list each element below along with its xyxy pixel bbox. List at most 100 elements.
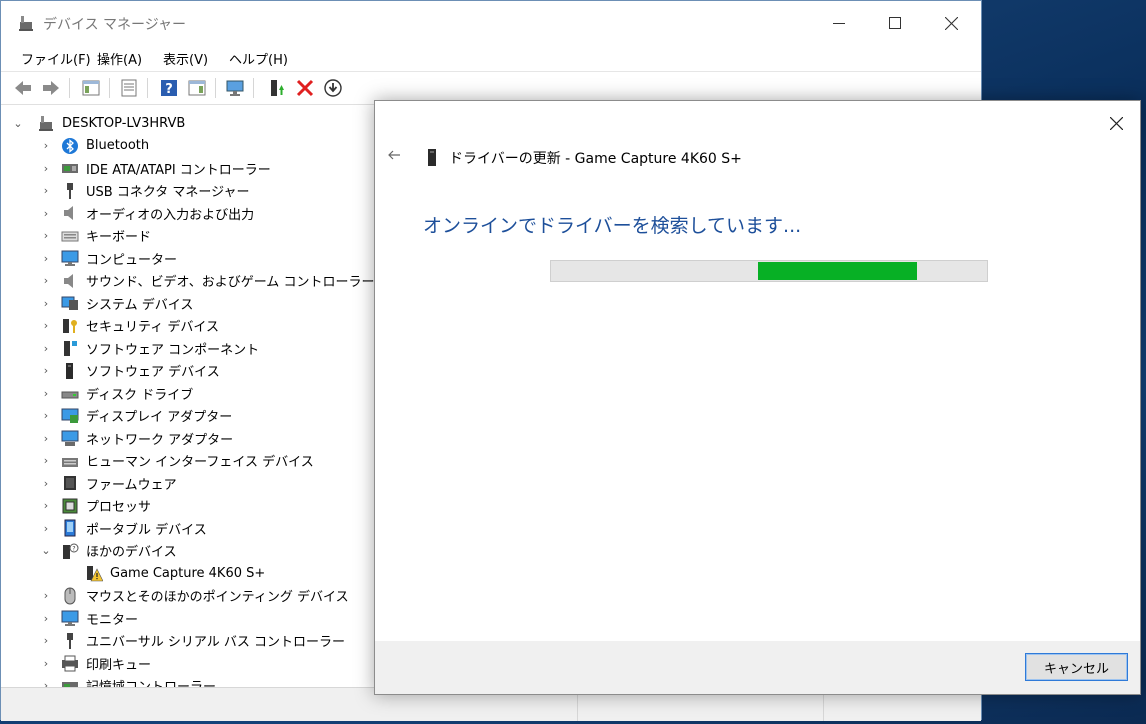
dialog-close-button[interactable] [1102, 109, 1130, 137]
close-button[interactable] [923, 1, 979, 45]
tree-item-label: ほかのデバイス [86, 545, 177, 560]
tree-item-label: USB コネクタ マネージャー [86, 185, 250, 200]
chevron-right-icon[interactable]: › [41, 472, 51, 494]
chevron-right-icon[interactable]: › [41, 225, 51, 247]
chevron-right-icon[interactable]: › [41, 450, 51, 472]
tree-item-label: ソフトウェア コンポーネント [86, 342, 260, 358]
hid-icon [62, 457, 78, 467]
menu-help[interactable]: ヘルプ(H) [229, 49, 288, 68]
back-arrow-icon[interactable] [13, 78, 33, 98]
cancel-button[interactable]: キャンセル [1025, 653, 1128, 681]
tree-item-label: モニター [86, 612, 139, 628]
chevron-right-icon[interactable]: › [41, 292, 51, 314]
computer-icon [61, 250, 79, 266]
tree-item-label: プロセッサ [86, 500, 152, 515]
back-button[interactable] [387, 149, 401, 165]
chevron-right-icon[interactable]: › [41, 202, 51, 224]
tree-item-label: ディスク ドライブ [86, 387, 194, 403]
tree-item-label: ヒューマン インターフェイス デバイス [86, 455, 314, 470]
tree-root-label: DESKTOP-LV3HRVB [62, 115, 186, 131]
chevron-right-icon[interactable]: › [41, 135, 51, 157]
tree-category-item[interactable]: › ディスク ドライブ [9, 382, 193, 404]
tree-category-item[interactable]: › キーボード [9, 225, 151, 247]
update-driver-icon[interactable] [267, 78, 287, 98]
tree-category-item[interactable]: › マウスとそのほかのポインティング デバイス [9, 585, 349, 607]
uninstall-device-icon[interactable] [295, 78, 315, 98]
tree-category-item[interactable]: › モニター [9, 607, 138, 629]
tree-category-item[interactable]: › IDE ATA/ATAPI コントローラー [9, 157, 271, 179]
monitor-icon [61, 610, 79, 626]
chevron-right-icon[interactable]: › [41, 247, 51, 269]
chevron-down-icon[interactable]: ⌄ [13, 112, 23, 134]
tree-root[interactable]: ⌄ DESKTOP-LV3HRVB [9, 112, 185, 134]
disk-drive-icon [61, 391, 79, 399]
forward-arrow-icon[interactable] [41, 78, 61, 98]
chevron-right-icon[interactable]: › [41, 585, 51, 607]
sound-icon [64, 273, 73, 288]
tree-category-item[interactable]: › サウンド、ビデオ、およびゲーム コントローラー [9, 270, 374, 292]
chevron-right-icon[interactable]: › [41, 607, 51, 629]
menu-view[interactable]: 表示(V) [163, 49, 208, 68]
speaker-icon [64, 206, 73, 220]
tree-category-item[interactable]: › ソフトウェア コンポーネント [9, 337, 259, 359]
chevron-right-icon[interactable]: › [41, 157, 51, 179]
tree-category-item[interactable]: › ヒューマン インターフェイス デバイス [9, 450, 314, 472]
properties-icon[interactable] [119, 78, 139, 98]
help-icon[interactable]: ? [159, 78, 179, 98]
chevron-right-icon[interactable]: › [41, 427, 51, 449]
tree-category-item[interactable]: › オーディオの入力および出力 [9, 202, 254, 224]
chevron-right-icon[interactable]: › [41, 652, 51, 674]
action-pane-icon[interactable] [187, 78, 207, 98]
tree-category-item[interactable]: › プロセッサ [9, 495, 151, 517]
chevron-down-icon[interactable]: ⌄ [41, 540, 51, 562]
maximize-button[interactable] [867, 1, 923, 45]
title-bar[interactable]: デバイス マネージャー [1, 1, 981, 45]
bluetooth-icon [62, 137, 78, 154]
tree-category-item[interactable]: › USB コネクタ マネージャー [9, 180, 250, 202]
tree-item-label: ディスプレイ アダプター [86, 410, 233, 425]
chevron-right-icon[interactable]: › [41, 495, 51, 517]
network-adapter-icon [61, 430, 79, 446]
tree-item-label: ソフトウェア デバイス [86, 365, 220, 380]
chevron-right-icon[interactable]: › [41, 630, 51, 652]
tree-child-item[interactable]: Game Capture 4K60 S+ [9, 562, 265, 584]
tree-category-item[interactable]: › ネットワーク アダプター [9, 427, 233, 449]
tree-category-item[interactable]: › ソフトウェア デバイス [9, 360, 220, 382]
chevron-right-icon[interactable]: › [41, 382, 51, 404]
tree-category-item[interactable]: › ディスプレイ アダプター [9, 405, 232, 427]
download-icon[interactable] [323, 78, 343, 98]
printer-icon [62, 655, 78, 672]
storage-controller-icon [62, 681, 78, 687]
tree-item-label: IDE ATA/ATAPI コントローラー [86, 162, 271, 178]
tree-category-item[interactable]: › システム デバイス [9, 292, 193, 314]
chevron-right-icon[interactable]: › [41, 180, 51, 202]
chevron-right-icon[interactable]: › [41, 360, 51, 382]
tree-category-item[interactable]: › コンピューター [9, 247, 177, 269]
menu-file[interactable]: ファイル(F) [21, 49, 91, 68]
chevron-right-icon[interactable]: › [41, 517, 51, 539]
chevron-right-icon[interactable]: › [41, 270, 51, 292]
tree-item-label: マウスとそのほかのポインティング デバイス [86, 590, 349, 605]
device-manager-app-icon [19, 16, 33, 31]
tree-category-item[interactable]: › 印刷キュー [9, 652, 151, 674]
chevron-right-icon[interactable]: › [41, 675, 51, 687]
system-device-icon [61, 296, 78, 310]
chevron-right-icon[interactable]: › [41, 337, 51, 359]
tree-item-label: Game Capture 4K60 S+ [110, 565, 266, 581]
tree-category-item[interactable]: › ユニバーサル シリアル バス コントローラー [9, 630, 345, 652]
menu-action[interactable]: 操作(A) [97, 49, 142, 68]
minimize-button[interactable] [811, 1, 867, 45]
tree-category-item[interactable]: › 記憶域コントローラー [9, 675, 216, 687]
display-adapter-icon [61, 408, 79, 423]
tree-item-label: ファームウェア [86, 477, 177, 493]
tree-category-item[interactable]: › ポータブル デバイス [9, 517, 207, 539]
show-hide-console-tree-icon[interactable] [81, 78, 101, 98]
tree-category-item[interactable]: › ファームウェア [9, 472, 177, 494]
scan-hardware-icon[interactable] [225, 78, 245, 98]
chevron-right-icon[interactable]: › [41, 315, 51, 337]
device-tree: ⌄ DESKTOP-LV3HRVB › Bluetooth › IDE ATA/ATA… [9, 105, 377, 687]
tree-category-item[interactable]: ⌄? ほかのデバイス [9, 540, 177, 562]
tree-category-item[interactable]: › セキュリティ デバイス [9, 315, 219, 337]
chevron-right-icon[interactable]: › [41, 405, 51, 427]
tree-category-item[interactable]: › Bluetooth [9, 135, 149, 157]
